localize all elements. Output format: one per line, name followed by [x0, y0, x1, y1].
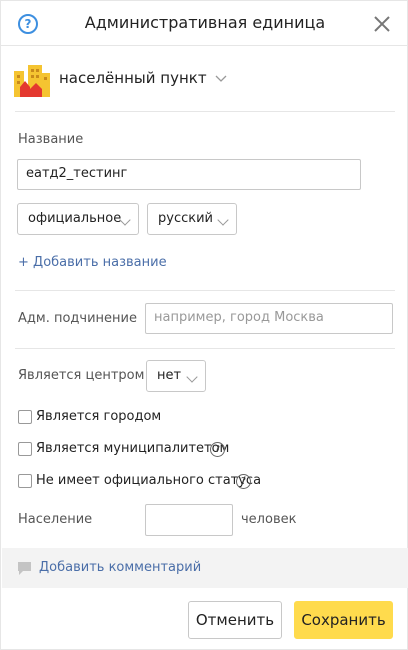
unofficial-checkbox[interactable]: [18, 474, 32, 488]
center-value: нет: [157, 368, 182, 383]
header-divider: [1, 45, 407, 46]
population-label: Население: [18, 512, 93, 527]
unofficial-checkbox-label: Не имеет официального статуса: [36, 473, 262, 488]
add-name-label: Добавить название: [33, 255, 167, 270]
center-select[interactable]: нет: [146, 360, 206, 392]
comment-icon: [18, 562, 31, 575]
type-select-value: населённый пункт: [59, 69, 207, 87]
municipality-checkbox-label: Является муниципалитетом: [36, 441, 230, 456]
name-kind-select[interactable]: официальное: [17, 203, 139, 235]
cancel-button[interactable]: Отменить: [188, 601, 282, 639]
dialog-title: Административная единица: [84, 13, 326, 32]
settlement-icon: [14, 65, 50, 97]
municipality-checkbox[interactable]: [18, 442, 32, 456]
plus-icon: +: [18, 255, 29, 270]
section-divider: [15, 111, 395, 112]
population-input[interactable]: [145, 504, 233, 536]
add-comment-link[interactable]: Добавить комментарий: [39, 560, 201, 575]
checkbox-row-municipality[interactable]: Является муниципалитетом ?: [18, 441, 388, 459]
comment-bar[interactable]: Добавить комментарий: [2, 548, 408, 588]
close-icon[interactable]: [371, 13, 393, 35]
add-name-link[interactable]: + Добавить название: [18, 255, 167, 270]
section-divider: [15, 290, 395, 291]
type-select[interactable]: населённый пункт: [59, 69, 227, 87]
name-kind-value: официальное: [28, 211, 122, 226]
checkbox-row-city[interactable]: Является городом: [18, 409, 388, 427]
subordination-label: Адм. подчинение: [18, 311, 137, 326]
city-checkbox[interactable]: [18, 410, 32, 424]
chevron-down-icon: [186, 371, 198, 383]
city-checkbox-label: Является городом: [36, 409, 162, 424]
section-divider: [15, 348, 395, 349]
population-unit: человек: [241, 512, 297, 527]
chevron-down-icon: [215, 75, 227, 82]
language-value: русский: [158, 211, 213, 226]
checkbox-row-unofficial[interactable]: Не имеет официального статуса ?: [18, 473, 388, 491]
subordination-input[interactable]: например, город Москва: [145, 303, 393, 334]
language-select[interactable]: русский: [147, 203, 237, 235]
name-input[interactable]: еатд2_тестинг: [17, 159, 361, 190]
save-button[interactable]: Сохранить: [294, 601, 393, 639]
chevron-down-icon: [217, 214, 229, 226]
name-label: Название: [18, 132, 84, 147]
admin-unit-dialog: ? Административная единица населённый пу…: [0, 0, 408, 650]
center-label: Является центром: [18, 368, 145, 383]
help-icon[interactable]: ?: [236, 474, 251, 489]
help-icon[interactable]: ?: [210, 442, 225, 457]
